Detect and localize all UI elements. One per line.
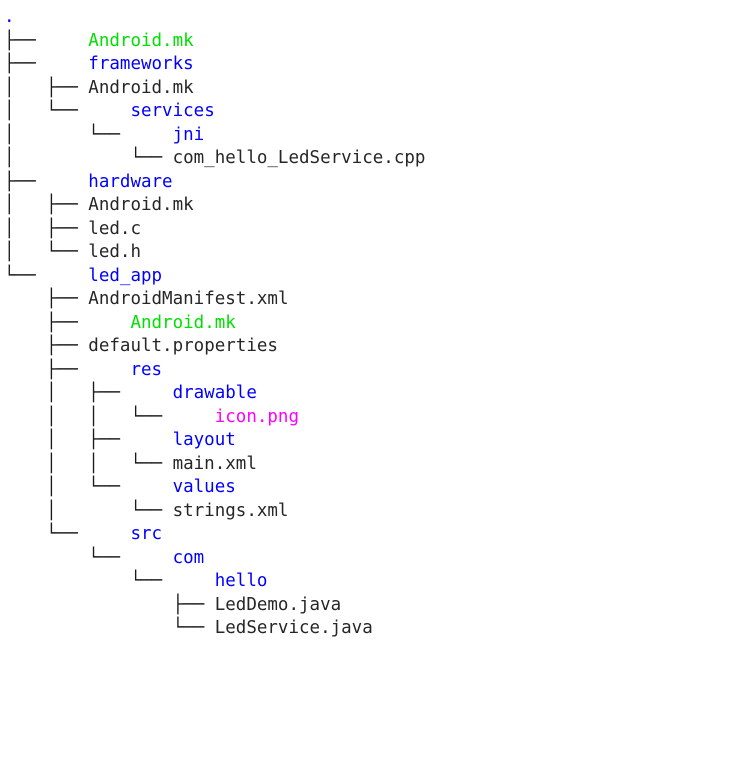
- tree-branch-guides-icon: └──: [4, 265, 89, 286]
- tree-branch-guides-icon: ├──: [4, 594, 215, 615]
- tree-line: ├── AndroidManifest.xml: [4, 288, 731, 312]
- tree-node-file[interactable]: led.c: [88, 219, 141, 239]
- tree-node-file[interactable]: default.properties: [88, 336, 278, 356]
- tree-line: ├── LedDemo.java: [4, 594, 731, 618]
- tree-branch-guides-icon: │ │ └──: [4, 406, 215, 427]
- tree-output: . ├── Android.mk ├── frameworks │ ├── Andro…: [0, 0, 731, 641]
- tree-branch-guides-icon: ├──: [4, 289, 89, 309]
- tree-node-file[interactable]: led.h: [88, 242, 141, 262]
- tree-node-dir[interactable]: res: [130, 360, 162, 380]
- tree-branch-guides-icon: └──: [4, 524, 131, 544]
- tree-branch-guides-icon: │ └──: [4, 124, 173, 145]
- tree-branch-guides-icon: │ └──: [4, 101, 131, 121]
- tree-line: ├── Android.mk: [4, 30, 731, 54]
- tree-branch-guides-icon: ├──: [4, 30, 89, 51]
- tree-line: │ └── services: [4, 100, 731, 124]
- tree-node-dir[interactable]: hello: [215, 571, 268, 591]
- tree-node-file[interactable]: com_hello_LedService.cpp: [173, 148, 426, 168]
- tree-line: │ └── values: [4, 476, 731, 500]
- tree-line: ├── res: [4, 359, 731, 383]
- tree-branch-guides-icon: │ └──: [4, 242, 89, 262]
- tree-line: │ └── com_hello_LedService.cpp: [4, 147, 731, 171]
- tree-line: ├── Android.mk: [4, 312, 731, 336]
- tree-node-file[interactable]: Android.mk: [88, 78, 193, 98]
- tree-node-exec[interactable]: Android.mk: [88, 31, 193, 51]
- tree-line: ├── frameworks: [4, 53, 731, 77]
- tree-node-dir[interactable]: values: [173, 477, 236, 497]
- tree-branch-guides-icon: └──: [4, 618, 215, 638]
- tree-line: │ ├── Android.mk: [4, 77, 731, 101]
- tree-branch-guides-icon: ├──: [4, 54, 89, 74]
- tree-branch-guides-icon: │ ├──: [4, 195, 89, 215]
- tree-node-file[interactable]: AndroidManifest.xml: [88, 289, 288, 309]
- tree-branch-guides-icon: │ ├──: [4, 77, 89, 98]
- tree-line: │ ├── Android.mk: [4, 194, 731, 218]
- tree-branch-guides-icon: │ └──: [4, 148, 173, 168]
- tree-node-img[interactable]: icon.png: [215, 407, 299, 427]
- tree-line: │ ├── layout: [4, 429, 731, 453]
- tree-node-dir[interactable]: frameworks: [88, 54, 193, 74]
- tree-branch-guides-icon: │ ├──: [4, 383, 173, 403]
- tree-line: │ ├── drawable: [4, 382, 731, 406]
- tree-line: └── led_app: [4, 265, 731, 289]
- tree-node-dir[interactable]: src: [130, 524, 162, 544]
- tree-node-dir[interactable]: com: [173, 548, 205, 568]
- tree-node-dir[interactable]: drawable: [173, 383, 257, 403]
- tree-node-dir[interactable]: layout: [173, 430, 236, 450]
- tree-branch-guides-icon: └──: [4, 571, 215, 591]
- tree-branch-guides-icon: └──: [4, 547, 173, 568]
- tree-node-file[interactable]: Android.mk: [88, 195, 193, 215]
- tree-node-file[interactable]: LedDemo.java: [215, 595, 341, 615]
- tree-line: │ ├── led.c: [4, 218, 731, 242]
- tree-line: │ │ └── main.xml: [4, 453, 731, 477]
- tree-line: └── src: [4, 523, 731, 547]
- tree-branch-guides-icon: │ │ └──: [4, 453, 173, 474]
- tree-node-dir[interactable]: jni: [173, 125, 205, 145]
- tree-line: └── hello: [4, 570, 731, 594]
- tree-branch-guides-icon: ├──: [4, 336, 89, 356]
- tree-branch-guides-icon: │ ├──: [4, 218, 89, 239]
- tree-node-root[interactable]: .: [4, 7, 15, 27]
- tree-branch-guides-icon: ├──: [4, 359, 131, 380]
- tree-line: ├── hardware: [4, 171, 731, 195]
- tree-line: │ └── led.h: [4, 241, 731, 265]
- tree-node-file[interactable]: strings.xml: [173, 501, 289, 521]
- tree-line: .: [4, 6, 731, 30]
- tree-line: │ └── jni: [4, 124, 731, 148]
- tree-line: └── com: [4, 547, 731, 571]
- tree-node-dir[interactable]: services: [130, 101, 214, 121]
- tree-node-dir[interactable]: hardware: [88, 172, 172, 192]
- tree-node-file[interactable]: main.xml: [173, 454, 257, 474]
- tree-branch-guides-icon: │ └──: [4, 477, 173, 497]
- tree-branch-guides-icon: │ ├──: [4, 430, 173, 450]
- tree-branch-guides-icon: ├──: [4, 171, 89, 192]
- tree-node-exec[interactable]: Android.mk: [130, 313, 235, 333]
- tree-line: │ │ └── icon.png: [4, 406, 731, 430]
- tree-branch-guides-icon: │ └──: [4, 500, 173, 521]
- tree-node-dir[interactable]: led_app: [88, 266, 162, 286]
- tree-line: ├── default.properties: [4, 335, 731, 359]
- tree-branch-guides-icon: ├──: [4, 312, 131, 333]
- tree-line: └── LedService.java: [4, 617, 731, 641]
- tree-line: │ └── strings.xml: [4, 500, 731, 524]
- tree-node-file[interactable]: LedService.java: [215, 618, 373, 638]
